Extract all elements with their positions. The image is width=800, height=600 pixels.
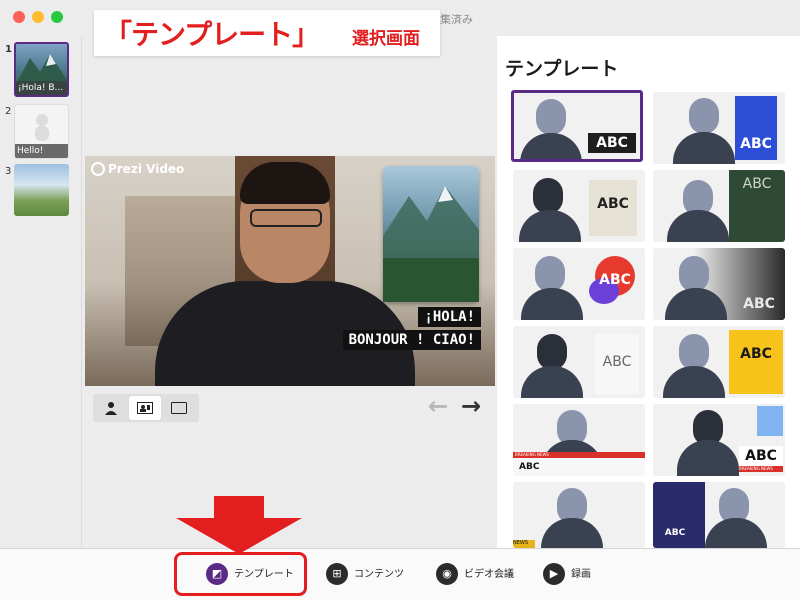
add-content-icon: ⊞ [326, 563, 348, 585]
template-card-4[interactable]: ABC [653, 170, 785, 242]
figure-body [541, 518, 603, 548]
template-abc-label: ABC [664, 528, 686, 538]
template-card-8[interactable]: ABC [653, 326, 785, 398]
mountain-photo-card[interactable] [383, 166, 479, 302]
figure-head [537, 334, 567, 370]
figure-body [521, 288, 583, 320]
panel-title: テンプレート [505, 58, 619, 80]
template-abc-label: ABC [735, 96, 777, 160]
annotation-banner-title: 「テンプレート」 [104, 18, 320, 51]
template-card-6[interactable]: ABC [653, 248, 785, 320]
layout-switcher [93, 394, 199, 422]
slide-number: 2 [5, 106, 12, 117]
figure-body [665, 288, 727, 320]
prezi-brand-text: Prezi Video [108, 162, 185, 176]
template-card-5[interactable]: ABC [513, 248, 645, 320]
record-tab[interactable]: ▶ 録画 [543, 561, 591, 589]
template-panel: テンプレート ABC ABC ABC ABC ABC ABC ABC ABC B… [497, 36, 800, 548]
news-tag: NEWS [513, 540, 535, 548]
layout-pip-button[interactable] [129, 396, 161, 420]
figure-body [521, 366, 583, 398]
person-icon [105, 402, 117, 415]
prezi-logo-icon [91, 162, 105, 176]
previous-arrow-button[interactable]: ← [428, 392, 448, 420]
figure-body [519, 210, 581, 242]
slide-thumbnail-label: Hello! [15, 144, 68, 158]
layout-screen-button[interactable] [163, 396, 195, 420]
template-abc-label: ABC [743, 296, 775, 312]
slide-thumbnail-3[interactable] [14, 164, 69, 216]
template-card-2[interactable]: ABC [653, 92, 785, 164]
screen-icon [171, 402, 187, 414]
figure-head [689, 98, 719, 134]
template-card-12[interactable]: ABC [653, 482, 785, 548]
slide-thumbnail-label: ¡Hola! B... [16, 81, 67, 95]
camera-icon: ▶ [543, 563, 565, 585]
window-title: 集済み [440, 13, 473, 26]
slide-thumbnail-2[interactable]: Hello! [14, 104, 69, 159]
figure-head [679, 334, 709, 370]
next-arrow-button[interactable]: → [461, 392, 481, 420]
figure-head [533, 178, 563, 214]
template-card-1[interactable]: ABC [511, 90, 643, 162]
presenter-glasses [250, 209, 322, 227]
blue-card-accent [757, 406, 783, 436]
template-abc-label: ABC [589, 180, 637, 236]
close-window-button[interactable] [13, 11, 25, 23]
prezi-video-logo: Prezi Video [91, 162, 184, 176]
zoom-window-button[interactable] [51, 11, 63, 23]
annotation-down-arrow-icon [176, 496, 302, 554]
picture-in-picture-icon [137, 402, 153, 414]
bottom-toolbar: ◩ テンプレート ⊞ コンテンツ ◉ ビデオ会議 ▶ 録画 [0, 548, 800, 600]
news-tag: BREAKING NEWS [739, 466, 783, 472]
template-abc-label: ABC [729, 330, 783, 394]
template-abc-label: ABC [595, 334, 639, 394]
template-card-7[interactable]: ABC [513, 326, 645, 398]
minimize-window-button[interactable] [32, 11, 44, 23]
person-silhouette-icon [35, 114, 49, 141]
figure-body [663, 366, 725, 398]
template-card-9[interactable]: BREAKING NEWS ABC [513, 404, 645, 476]
greeting-line-1: ¡HOLA! [418, 307, 481, 327]
slide-number: 3 [5, 166, 12, 177]
figure-body [667, 210, 729, 242]
greeting-line-2: BONJOUR ! CIAO! [342, 330, 481, 350]
slide-sidebar: 1 ¡Hola! B... 2 Hello! 3 [0, 36, 82, 548]
video-meeting-tab-label: ビデオ会議 [464, 569, 514, 580]
template-card-11[interactable]: NEWS [513, 482, 645, 548]
layout-person-button[interactable] [95, 396, 127, 420]
figure-head [679, 256, 709, 292]
template-abc-label: ABC [739, 446, 783, 466]
annotation-banner-subtitle: 選択画面 [352, 29, 420, 49]
slide-thumbnail-1[interactable]: ¡Hola! B... [14, 42, 69, 97]
canvas-area: Prezi Video ¡HOLA! BONJOUR ! CIAO! ← → [83, 36, 497, 548]
record-tab-label: 録画 [571, 569, 591, 580]
mountain-image-icon [383, 186, 479, 302]
figure-body [705, 518, 767, 548]
annotation-banner: 「テンプレート」 選択画面 [94, 10, 440, 56]
presenter-hair [240, 162, 330, 204]
app-window: 集済み 1 ¡Hola! B... 2 Hello! 3 Prezi Video… [0, 0, 800, 600]
contents-tab[interactable]: ⊞ コンテンツ [326, 561, 404, 589]
camera-preview: Prezi Video ¡HOLA! BONJOUR ! CIAO! [85, 156, 495, 386]
contents-tab-label: コンテンツ [354, 569, 404, 580]
broadcast-icon: ◉ [436, 563, 458, 585]
template-abc-label: ABC [599, 272, 631, 288]
template-card-10[interactable]: ABC BREAKING NEWS [653, 404, 785, 476]
figure-body [677, 440, 739, 476]
greeting-overlay[interactable]: ¡HOLA! BONJOUR ! CIAO! [342, 306, 481, 352]
template-abc-label: ABC [729, 170, 785, 242]
template-abc-label: ABC [513, 458, 645, 476]
slide-number: 1 [5, 44, 12, 55]
figure-head [535, 256, 565, 292]
annotation-highlight-box [174, 552, 307, 596]
template-card-3[interactable]: ABC [513, 170, 645, 242]
template-abc-label: ABC [588, 133, 636, 153]
figure-body [520, 133, 582, 159]
figure-head [536, 99, 566, 135]
video-meeting-tab[interactable]: ◉ ビデオ会議 [436, 561, 514, 589]
figure-body [673, 132, 735, 164]
navy-panel [653, 482, 705, 548]
